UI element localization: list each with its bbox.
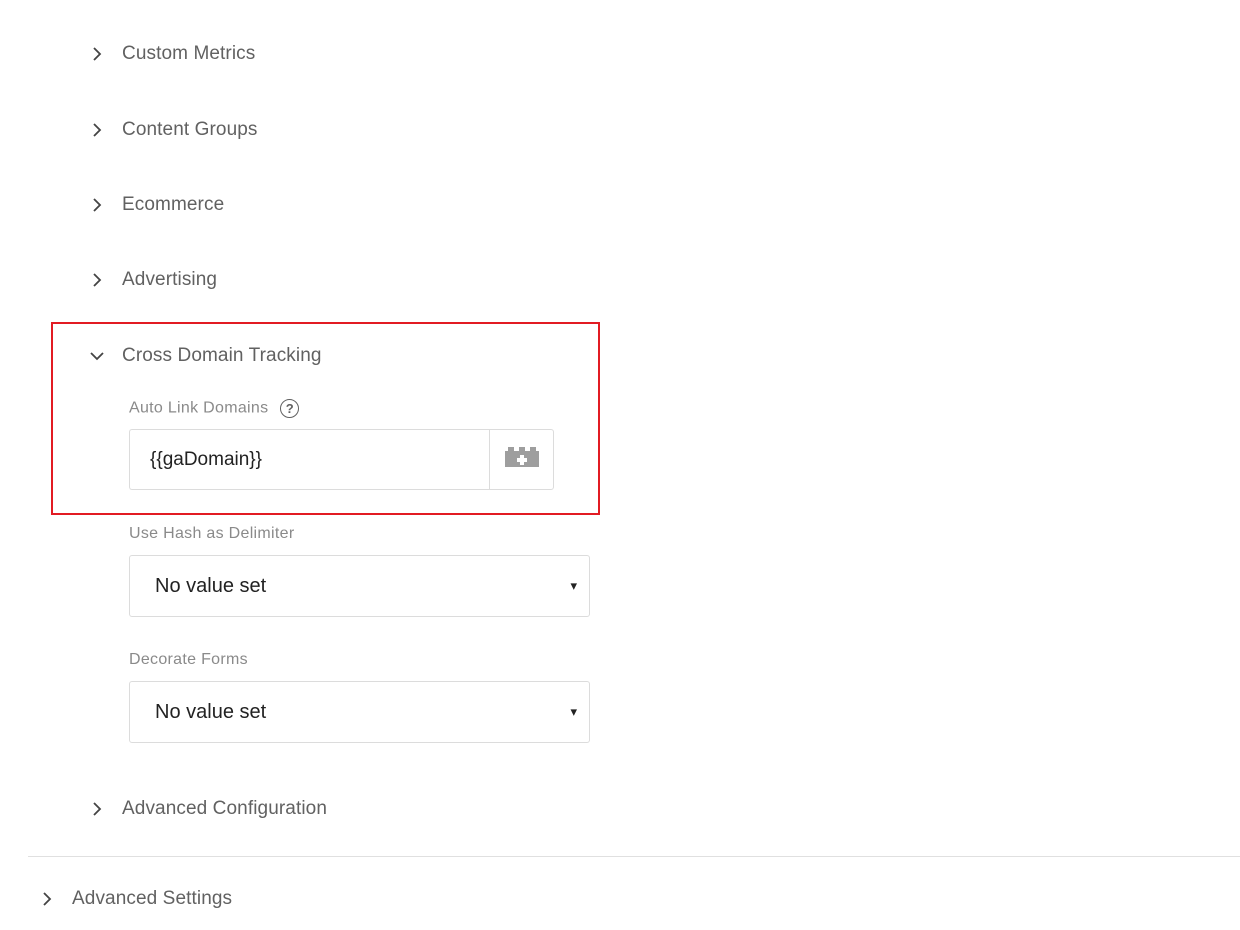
section-label: Custom Metrics	[122, 43, 256, 64]
section-custom-metrics[interactable]: Custom Metrics	[86, 43, 255, 65]
section-label: Advanced Settings	[72, 888, 233, 909]
auto-link-domains-value: {{gaDomain}}	[150, 448, 262, 470]
section-label: Content Groups	[122, 119, 258, 140]
chevron-right-icon	[86, 798, 108, 820]
auto-link-domains-label: Auto Link Domains?	[129, 399, 300, 418]
auto-link-domains-input[interactable]: {{gaDomain}}	[129, 429, 490, 490]
insert-variable-button[interactable]	[489, 429, 554, 490]
section-cross-domain-tracking[interactable]: Cross Domain Tracking	[86, 345, 322, 367]
divider	[28, 856, 1240, 857]
section-label: Cross Domain Tracking	[122, 345, 322, 366]
chevron-right-icon	[36, 888, 58, 910]
chevron-right-icon	[86, 119, 108, 141]
section-advanced-configuration[interactable]: Advanced Configuration	[86, 798, 327, 820]
section-advertising[interactable]: Advertising	[86, 269, 217, 291]
use-hash-value: No value set	[155, 574, 267, 597]
chevron-right-icon	[86, 194, 108, 216]
section-content-groups[interactable]: Content Groups	[86, 119, 258, 141]
decorate-forms-value: No value set	[155, 700, 267, 723]
use-hash-select[interactable]: No value set ▾	[129, 555, 590, 617]
section-label: Ecommerce	[122, 194, 225, 215]
section-advanced-settings[interactable]: Advanced Settings	[36, 888, 232, 910]
section-label: Advertising	[122, 269, 218, 290]
chevron-right-icon	[86, 43, 108, 65]
use-hash-label: Use Hash as Delimiter	[129, 525, 295, 542]
section-label: Advanced Configuration	[122, 798, 328, 819]
decorate-forms-select[interactable]: No value set ▾	[129, 681, 590, 743]
chevron-right-icon	[86, 269, 108, 291]
variable-picker-icon	[504, 446, 540, 473]
section-ecommerce[interactable]: Ecommerce	[86, 194, 224, 216]
dropdown-caret-icon: ▾	[570, 704, 577, 719]
decorate-forms-label: Decorate Forms	[129, 651, 248, 668]
help-icon[interactable]: ?	[280, 399, 300, 418]
chevron-down-icon	[86, 345, 108, 367]
dropdown-caret-icon: ▾	[570, 578, 577, 593]
auto-link-domains-label-text: Auto Link Domains	[129, 399, 269, 417]
